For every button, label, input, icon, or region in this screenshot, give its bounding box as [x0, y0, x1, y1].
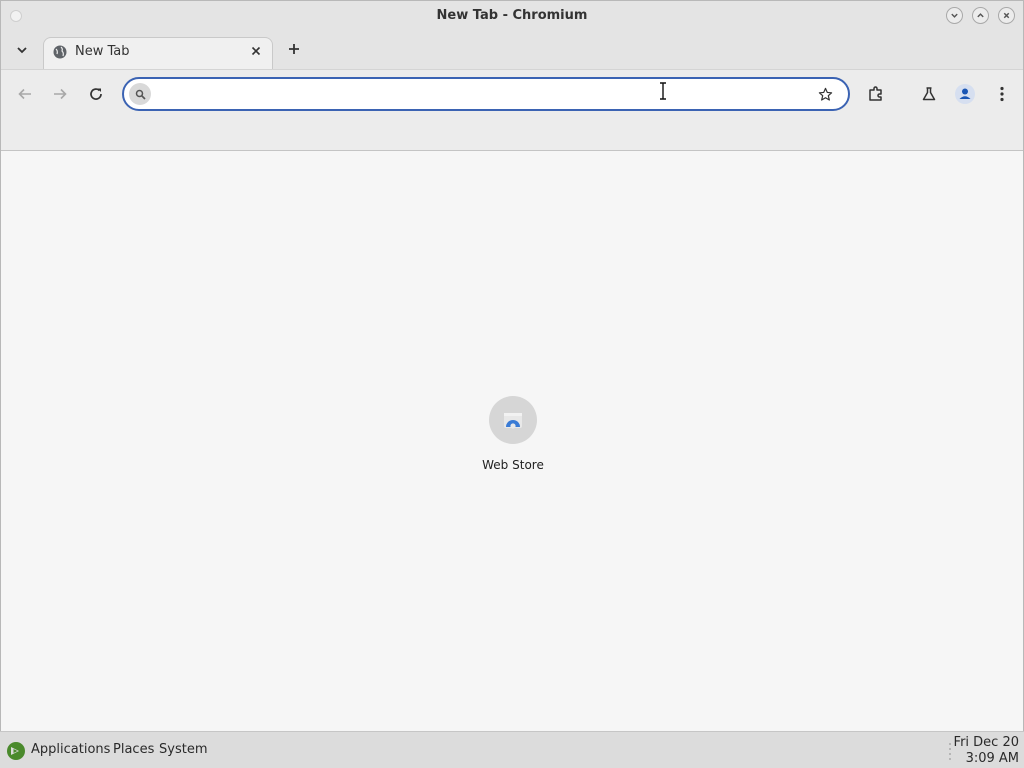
- close-icon: [251, 46, 261, 56]
- close-icon: [1003, 12, 1010, 19]
- shortcut-label: Web Store: [482, 458, 544, 472]
- search-icon: [129, 83, 151, 105]
- address-input[interactable]: [158, 83, 798, 105]
- bookmark-star-icon: [818, 87, 832, 101]
- labs-button[interactable]: [917, 82, 941, 106]
- places-menu[interactable]: Places: [113, 742, 154, 757]
- tab-title: New Tab: [75, 44, 130, 59]
- tab-new-tab[interactable]: New Tab: [43, 37, 273, 70]
- applications-menu[interactable]: Applications: [31, 742, 110, 757]
- labs-flask-icon: [922, 87, 936, 101]
- web-store-icon: [489, 396, 537, 444]
- minimize-button[interactable]: [946, 7, 963, 24]
- system-taskbar: Applications Places System Fri Dec 20 3:…: [0, 731, 1024, 768]
- text-cursor-icon: [660, 82, 666, 100]
- profile-button[interactable]: [953, 82, 977, 106]
- maximize-button[interactable]: [972, 7, 989, 24]
- extensions-button[interactable]: [864, 82, 888, 106]
- tab-search-button[interactable]: [11, 39, 33, 61]
- profile-icon: [955, 84, 975, 104]
- close-window-button[interactable]: [998, 7, 1015, 24]
- globe-icon: [53, 45, 67, 59]
- plus-icon: [289, 44, 299, 54]
- tab-close-button[interactable]: [248, 43, 264, 59]
- clock-date: Fri Dec 20: [953, 735, 1019, 750]
- system-menu[interactable]: System: [159, 742, 207, 757]
- chevron-up-icon: [977, 13, 984, 18]
- title-bar: New Tab - Chromium: [1, 1, 1023, 31]
- back-button[interactable]: [13, 82, 37, 106]
- tab-strip: New Tab: [1, 31, 1023, 70]
- address-bar[interactable]: [122, 77, 850, 111]
- back-arrow-icon: [18, 88, 31, 100]
- panel-handle-icon: [949, 743, 951, 760]
- mate-logo-icon[interactable]: [6, 741, 26, 761]
- browser-window: New Tab - Chromium New Tab Web Store: [0, 0, 1024, 731]
- chevron-down-icon: [17, 47, 27, 54]
- menu-button[interactable]: [990, 82, 1014, 106]
- clock-time: 3:09 AM: [965, 751, 1019, 766]
- new-tab-button[interactable]: [284, 39, 304, 59]
- forward-arrow-icon: [54, 88, 67, 100]
- bookmark-button[interactable]: [816, 85, 834, 103]
- window-title: New Tab - Chromium: [436, 8, 588, 23]
- reload-button[interactable]: [84, 82, 108, 106]
- chevron-down-icon: [951, 13, 958, 18]
- shortcut-web-store[interactable]: Web Store: [473, 396, 553, 481]
- new-tab-page: Web Store: [1, 151, 1023, 731]
- forward-button[interactable]: [48, 82, 72, 106]
- reload-icon: [90, 88, 102, 100]
- toolbar: [1, 69, 1023, 151]
- extensions-icon: [869, 86, 882, 101]
- menu-dots-icon: [1000, 86, 1004, 102]
- clock[interactable]: Fri Dec 20 3:09 AM: [954, 735, 1019, 767]
